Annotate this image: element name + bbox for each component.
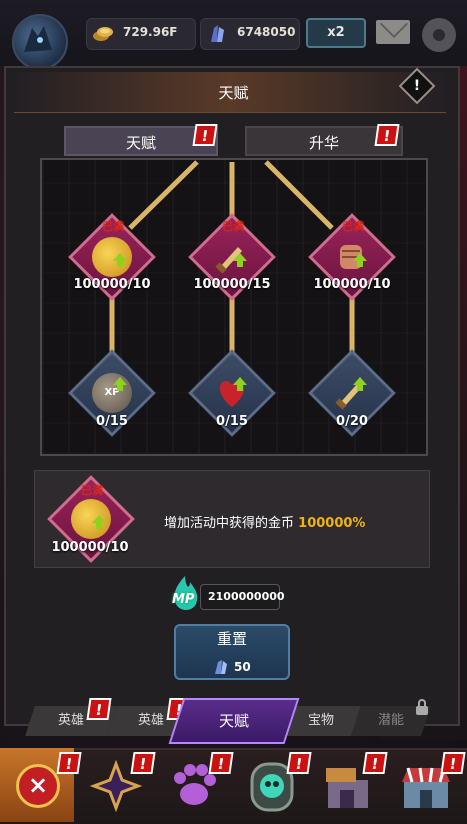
node-level-label: 0/15 — [216, 414, 248, 429]
node-level-label: 100000/15 — [193, 277, 271, 292]
node-level-label: 0/20 — [336, 414, 368, 429]
mp-label: MP — [172, 592, 195, 607]
lock-icon — [416, 699, 428, 715]
subtab-ascend-badge: ! — [374, 124, 400, 146]
detail-level-label: 100000/10 — [51, 540, 129, 555]
upgrade-arrow-icon — [237, 261, 243, 267]
upgrade-arrow-icon — [117, 385, 123, 391]
upgrade-arrow-icon — [357, 261, 363, 267]
node-level-label: 100000/10 — [73, 277, 151, 292]
nav-badge: ! — [208, 752, 234, 774]
upgrade-arrow-icon-head — [92, 515, 106, 523]
nav-badge: ! — [130, 752, 156, 774]
nav-badge: ! — [56, 752, 82, 774]
upgrade-arrow-icon — [96, 523, 102, 529]
node-level-label: 0/15 — [96, 414, 128, 429]
reset-label: 重置 — [216, 630, 247, 648]
gem-value: 6748050 — [237, 25, 296, 39]
upgrade-arrow-icon — [117, 261, 123, 267]
player-avatar[interactable] — [12, 14, 68, 70]
nav-badge: ! — [440, 752, 466, 774]
detail-text: 增加活动中获得的金币 — [164, 516, 295, 531]
upgrade-arrow-icon-head — [353, 377, 367, 385]
detail-percent: 100000% — [298, 516, 366, 531]
reset-cost: 50 — [234, 660, 251, 674]
node-max-label: 已满 — [342, 220, 364, 233]
detail-max-label: 已满 — [81, 484, 103, 497]
mp-value: 2100000000 — [208, 590, 285, 603]
node-level-label: 100000/10 — [313, 277, 391, 292]
upgrade-arrow-icon — [237, 385, 243, 391]
upgrade-arrow-icon — [357, 385, 363, 391]
node-max-label: 已满 — [102, 220, 124, 233]
close-button[interactable]: × — [16, 764, 60, 808]
tab-hero-1-badge: ! — [86, 698, 112, 720]
nav-badge: ! — [286, 752, 312, 774]
speed-multiplier-button[interactable]: x2 — [306, 18, 366, 48]
gem-counter[interactable]: 6748050 — [200, 18, 300, 50]
upgrade-arrow-icon-head — [233, 377, 247, 385]
upgrade-arrow-icon-head — [113, 377, 127, 385]
subtab-talent-badge: ! — [192, 124, 218, 146]
nav-badge: ! — [362, 752, 388, 774]
gold-coins-icon — [93, 27, 113, 41]
wolf-icon — [24, 26, 52, 52]
crystal-icon — [211, 25, 224, 42]
tab-talent[interactable]: 天赋 — [168, 698, 300, 744]
panel-title: 天赋 — [218, 84, 249, 102]
gold-counter[interactable]: 729.96F — [86, 18, 196, 50]
detail-description: 增加活动中获得的金币 100000% — [164, 512, 365, 531]
settings-gear-icon[interactable] — [422, 18, 456, 52]
node-max-label: 已满 — [222, 220, 244, 233]
upgrade-arrow-icon-head — [353, 253, 367, 261]
crystal-icon — [215, 660, 227, 674]
mail-icon[interactable] — [376, 20, 410, 44]
info-mark: ! — [413, 78, 421, 94]
gold-value: 729.96F — [123, 25, 178, 39]
upgrade-arrow-icon-head — [233, 253, 247, 261]
upgrade-arrow-icon-head — [113, 253, 127, 261]
